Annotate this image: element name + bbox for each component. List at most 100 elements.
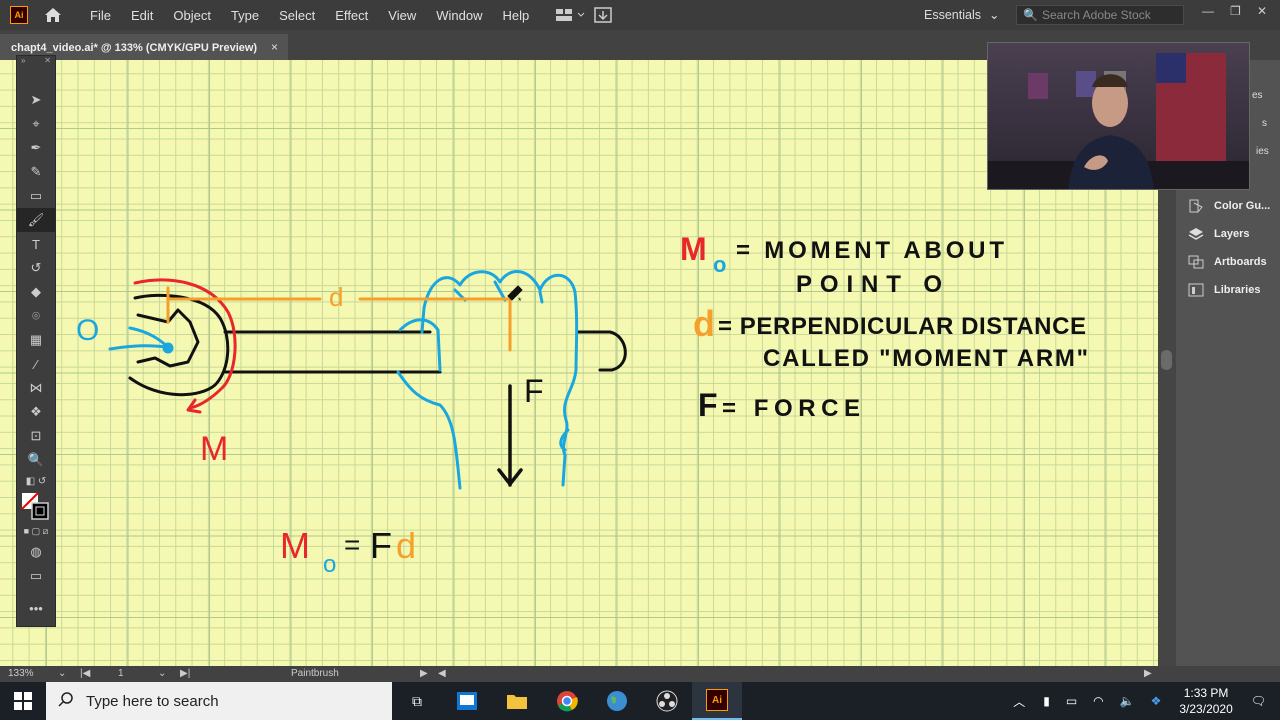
fill-stroke-icon[interactable] (17, 490, 55, 522)
right-dock-panel: Color Gu... Layers Artboards Libraries (1176, 190, 1280, 666)
panel-artboards[interactable]: Artboards (1176, 248, 1280, 276)
search-icon (58, 691, 74, 711)
canvas-area[interactable]: * O d F M M o = F d M o = MOMENT ABOUT P… (0, 60, 1158, 666)
menu-window[interactable]: Window (426, 8, 492, 23)
scroll-left-icon[interactable]: ◀ (438, 668, 446, 679)
clock-time: 1:33 PM (1183, 686, 1229, 700)
windows-start-icon[interactable] (0, 682, 46, 720)
show-hidden-icons-icon[interactable]: ︿ (1013, 693, 1025, 710)
scroll-right-icon[interactable]: ▶ (1144, 668, 1152, 679)
notifications-icon[interactable]: 🗨 (1251, 694, 1266, 708)
obs-icon[interactable] (642, 682, 692, 720)
menu-edit[interactable]: Edit (121, 8, 163, 23)
panel-partial-1[interactable]: es (1252, 90, 1263, 101)
panel-partial-3[interactable]: ies (1256, 146, 1269, 157)
restore-icon[interactable]: ❐ (1230, 4, 1241, 18)
zoom-dropdown-icon[interactable]: ⌄ (58, 668, 66, 679)
battery-icon[interactable]: ▭ (1066, 694, 1077, 708)
layers-icon (1188, 227, 1204, 241)
width-tool-icon[interactable]: ⌾ (17, 304, 55, 328)
point-o-label: O (76, 314, 99, 347)
search-icon: 🔍 (1023, 8, 1038, 22)
next-artboard-icon[interactable]: ▶| (180, 668, 190, 679)
panel-layers[interactable]: Layers (1176, 220, 1280, 248)
menu-object[interactable]: Object (163, 8, 221, 23)
presentation-app-icon[interactable] (442, 682, 492, 720)
scroll-thumb[interactable] (1161, 350, 1172, 370)
menu-select[interactable]: Select (269, 8, 325, 23)
prev-artboard-icon[interactable]: |◀ (80, 668, 90, 679)
menu-effect[interactable]: Effect (325, 8, 378, 23)
m-label: M (200, 430, 228, 468)
file-explorer-icon[interactable] (492, 682, 542, 720)
taskbar-search-input[interactable]: Type here to search (46, 682, 392, 720)
zoom-level[interactable]: 133% (8, 668, 34, 679)
windows-taskbar: Type here to search ⧉ Ai ︿ ▮ ▭ ◠ 🔈 ❖ 1:3… (0, 682, 1280, 720)
panel-label: Libraries (1214, 284, 1261, 296)
dropbox-icon[interactable]: ❖ (1151, 694, 1162, 708)
status-menu-icon[interactable]: ▶ (420, 668, 428, 679)
globe-app-icon[interactable] (592, 682, 642, 720)
symbol-sprayer-icon[interactable]: ❖ (17, 400, 55, 424)
paintbrush-tool-icon[interactable]: 🖌 (17, 208, 55, 232)
panel-libraries[interactable]: Libraries (1176, 276, 1280, 304)
artboard-dropdown-icon[interactable]: ⌄ (158, 668, 166, 679)
panel-partial-2[interactable]: s (1262, 118, 1267, 129)
task-view-icon[interactable]: ⧉ (392, 682, 442, 720)
gpu-performance-icon[interactable] (593, 6, 613, 24)
color-mode-icon[interactable]: ■ ▢ ⧄ (17, 522, 55, 540)
chrome-icon[interactable] (542, 682, 592, 720)
arrange-documents-icon[interactable] (555, 7, 585, 23)
def2-d: d (693, 303, 715, 344)
def2-text-b: CALLED "MOMENT ARM" (763, 345, 1088, 372)
minimize-icon[interactable]: — (1202, 4, 1214, 18)
illustrator-taskbar-icon[interactable]: Ai (692, 682, 742, 720)
rotate-tool-icon[interactable]: ↺ (17, 256, 55, 280)
clock[interactable]: 1:33 PM 3/23/2020 (1179, 685, 1232, 717)
menu-list: File Edit Object Type Select Effect View… (80, 8, 539, 23)
pen-tool-icon[interactable]: ✒ (17, 136, 55, 160)
document-tab-title: chapt4_video.ai* @ 133% (CMYK/GPU Previe… (11, 42, 258, 54)
f-label: F (524, 373, 544, 409)
expand-icon[interactable]: » (21, 56, 25, 68)
stock-search-input[interactable]: 🔍 Search Adobe Stock (1016, 5, 1184, 25)
def3-f: F (698, 387, 718, 423)
eraser-tool-icon[interactable]: ◆ (17, 280, 55, 304)
artboard-number[interactable]: 1 (118, 668, 124, 679)
workspace-switcher[interactable]: Essentials ⌄ (924, 7, 999, 22)
def1-m: M (680, 231, 707, 267)
direct-selection-tool-icon[interactable]: ⌖ (17, 112, 55, 136)
current-tool: Paintbrush (291, 668, 339, 679)
artboard-tool-icon[interactable]: ⊡ (17, 424, 55, 448)
menu-view[interactable]: View (378, 8, 426, 23)
eyedropper-tool-icon[interactable]: ⁄ (17, 352, 55, 376)
clock-date: 3/23/2020 (1179, 702, 1233, 716)
close-panel-icon[interactable]: ✕ (44, 56, 51, 68)
menu-type[interactable]: Type (221, 8, 269, 23)
moment-equation: M o = F d (280, 525, 416, 578)
status-bar: 133% ⌄ |◀ 1 ⌄ ▶| Paintbrush ▶ ◀ ▶ (0, 666, 1280, 682)
blend-tool-icon[interactable]: ⋈ (17, 376, 55, 400)
menu-file[interactable]: File (80, 8, 121, 23)
menu-help[interactable]: Help (492, 8, 539, 23)
swap-fill-stroke-icon[interactable]: ◧ ↺ (17, 472, 55, 490)
selection-tool-icon[interactable]: ➤ (17, 88, 55, 112)
wifi-icon[interactable]: ◠ (1093, 694, 1103, 708)
close-tab-icon[interactable]: × (271, 40, 278, 54)
home-icon[interactable] (42, 6, 64, 24)
type-tool-icon[interactable]: T (17, 232, 55, 256)
draw-mode-icon[interactable]: ◍ (17, 540, 55, 564)
more-tools-icon[interactable]: ••• (17, 596, 55, 620)
tools-panel-header[interactable]: » ✕ (17, 56, 55, 68)
menu-bar: Ai File Edit Object Type Select Effect V… (0, 0, 1280, 30)
gradient-tool-icon[interactable]: ▦ (17, 328, 55, 352)
zoom-tool-icon[interactable]: 🔍 (17, 448, 55, 472)
volume-icon[interactable]: 🔈 (1120, 694, 1135, 708)
close-window-icon[interactable]: ✕ (1257, 4, 1267, 18)
screen-mode-icon[interactable]: ▭ (17, 564, 55, 588)
curvature-tool-icon[interactable]: ✎ (17, 160, 55, 184)
panel-color-guide[interactable]: Color Gu... (1176, 192, 1280, 220)
ai-logo-icon[interactable]: Ai (10, 6, 28, 24)
rectangle-tool-icon[interactable]: ▭ (17, 184, 55, 208)
usb-icon[interactable]: ▮ (1043, 694, 1050, 708)
